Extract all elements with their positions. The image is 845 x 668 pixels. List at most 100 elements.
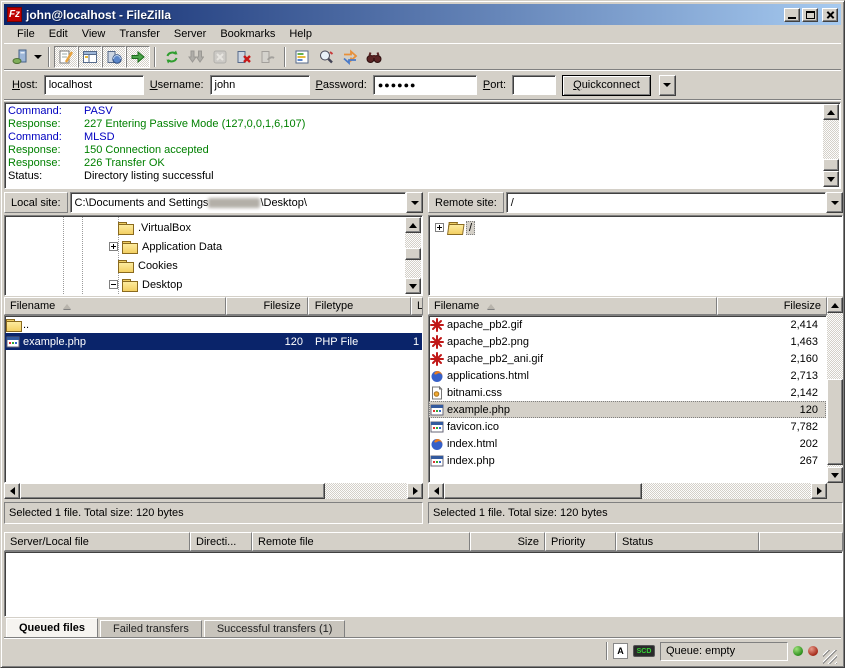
local-hscroll-thumb[interactable] (20, 483, 325, 499)
toggle-local-tree-button[interactable] (78, 46, 102, 68)
queue-col-size[interactable]: Size (470, 532, 545, 551)
cancel-button[interactable] (208, 46, 232, 68)
menu-server[interactable]: Server (167, 26, 213, 42)
message-log[interactable]: Command:PASV Response:227 Entering Passi… (4, 102, 841, 189)
process-queue-icon (188, 49, 204, 65)
expand-plus-icon[interactable] (435, 223, 444, 232)
reconnect-button[interactable] (256, 46, 280, 68)
remote-tree[interactable]: / (428, 215, 843, 296)
remote-site-combo[interactable]: / (506, 192, 843, 213)
remote-scroll-up[interactable] (827, 297, 843, 313)
menu-help[interactable]: Help (282, 26, 319, 42)
menu-file[interactable]: File (10, 26, 42, 42)
local-row-example-php[interactable]: example.php 120 PHP File 1 (5, 333, 422, 350)
log-scroll-thumb[interactable] (823, 159, 839, 171)
remote-hscroll-thumb[interactable] (444, 483, 642, 499)
tree-item-virtualbox[interactable]: .VirtualBox (114, 218, 193, 237)
remote-scroll-right[interactable] (811, 483, 827, 499)
refresh-button[interactable] (160, 46, 184, 68)
remote-col-filesize[interactable]: Filesize (717, 297, 827, 315)
local-tree-scroll-up[interactable] (405, 217, 421, 233)
remote-row[interactable]: bitnami.css 2,142 (429, 384, 826, 401)
expand-plus-icon[interactable] (109, 242, 118, 251)
local-hscrollbar[interactable] (4, 483, 423, 499)
local-row-parent-dir[interactable]: .. (5, 316, 422, 333)
site-manager-button[interactable] (8, 46, 32, 68)
remote-row[interactable]: index.php 267 (429, 452, 826, 469)
process-queue-button[interactable] (184, 46, 208, 68)
host-input[interactable]: localhost (44, 75, 144, 95)
menu-edit[interactable]: Edit (42, 26, 75, 42)
filter-button[interactable] (290, 46, 314, 68)
directory-comparison-button[interactable] (314, 46, 338, 68)
remote-row[interactable]: favicon.ico 7,782 (429, 418, 826, 435)
menu-bookmarks[interactable]: Bookmarks (213, 26, 282, 42)
queue-list[interactable] (4, 551, 843, 617)
local-col-filename[interactable]: Filename (4, 297, 226, 315)
local-col-filetype[interactable]: Filetype (308, 297, 411, 315)
maximize-button[interactable] (802, 8, 818, 22)
port-input[interactable] (512, 75, 556, 95)
local-scroll-left[interactable] (4, 483, 20, 499)
minimize-button[interactable] (784, 8, 800, 22)
tab-successful-transfers[interactable]: Successful transfers (1) (204, 620, 346, 637)
queue-col-remote-file[interactable]: Remote file (252, 532, 470, 551)
local-scroll-right[interactable] (407, 483, 423, 499)
remote-path-field[interactable]: / (506, 192, 826, 213)
remote-file-list[interactable]: apache_pb2.gif 2,414 apache_pb2.png 1,46… (428, 315, 827, 483)
local-tree[interactable]: .VirtualBox Application Data Cookies Des… (4, 215, 423, 296)
log-scroll-up-button[interactable] (823, 104, 839, 120)
tree-item-desktop[interactable]: Desktop (109, 275, 184, 294)
menu-view[interactable]: View (75, 26, 113, 42)
queue-col-direction[interactable]: Directi... (190, 532, 252, 551)
remote-scroll-down[interactable] (827, 467, 843, 483)
local-tree-scroll-thumb[interactable] (405, 248, 421, 260)
remote-hscrollbar[interactable] (428, 483, 827, 499)
quickconnect-dropdown[interactable] (659, 75, 676, 96)
title-bar[interactable]: Fz john@localhost - FileZilla (4, 4, 841, 25)
site-manager-dropdown[interactable] (32, 46, 44, 68)
remote-row[interactable]: applications.html 2,713 (429, 367, 826, 384)
log-scroll-down-button[interactable] (823, 171, 839, 187)
toggle-message-log-button[interactable] (54, 46, 78, 68)
find-files-button[interactable] (362, 46, 386, 68)
html-firefox-icon (430, 369, 444, 383)
remote-row[interactable]: apache_pb2.gif 2,414 (429, 316, 826, 333)
remote-row[interactable]: index.html 202 (429, 435, 826, 452)
remote-row[interactable]: apache_pb2.png 1,463 (429, 333, 826, 350)
toggle-remote-tree-button[interactable] (102, 46, 126, 68)
local-col-modified[interactable]: L (411, 297, 423, 315)
remote-vscroll-thumb[interactable] (827, 379, 843, 465)
menu-transfer[interactable]: Transfer (112, 26, 167, 42)
resize-grip[interactable] (823, 650, 837, 664)
local-site-dropdown[interactable] (406, 192, 423, 213)
quickconnect-button[interactable]: Quickconnect (562, 75, 651, 96)
remote-tree-root[interactable]: / (435, 218, 475, 237)
tab-failed-transfers[interactable]: Failed transfers (100, 620, 202, 637)
remote-row[interactable]: apache_pb2_ani.gif 2,160 (429, 350, 826, 367)
local-file-list[interactable]: .. example.php 120 PHP File 1 (4, 315, 423, 483)
local-tree-scroll-down[interactable] (405, 278, 421, 294)
php-file-icon (430, 403, 444, 417)
remote-site-dropdown[interactable] (826, 192, 843, 213)
apache-image-icon (430, 352, 444, 366)
remote-scroll-left[interactable] (428, 483, 444, 499)
password-input[interactable]: ●●●●●● (373, 75, 477, 95)
synchronized-browsing-button[interactable] (338, 46, 362, 68)
queue-col-status[interactable]: Status (616, 532, 759, 551)
username-input[interactable]: john (210, 75, 310, 95)
local-site-combo[interactable]: C:\Documents and Settings\Desktop\ (70, 192, 423, 213)
queue-col-server-local[interactable]: Server/Local file (4, 532, 190, 551)
tab-queued-files[interactable]: Queued files (6, 618, 98, 637)
remote-row-selected[interactable]: example.php 120 (429, 401, 826, 418)
remote-col-filename[interactable]: Filename (428, 297, 717, 315)
collapse-minus-icon[interactable] (109, 280, 118, 289)
disconnect-button[interactable] (232, 46, 256, 68)
toggle-queue-button[interactable] (126, 46, 150, 68)
local-col-filesize[interactable]: Filesize (226, 297, 307, 315)
tree-item-application-data[interactable]: Application Data (109, 237, 224, 256)
close-button[interactable] (822, 8, 838, 22)
tree-item-cookies[interactable]: Cookies (114, 256, 180, 275)
local-path-field[interactable]: C:\Documents and Settings\Desktop\ (70, 192, 406, 213)
queue-col-priority[interactable]: Priority (545, 532, 616, 551)
